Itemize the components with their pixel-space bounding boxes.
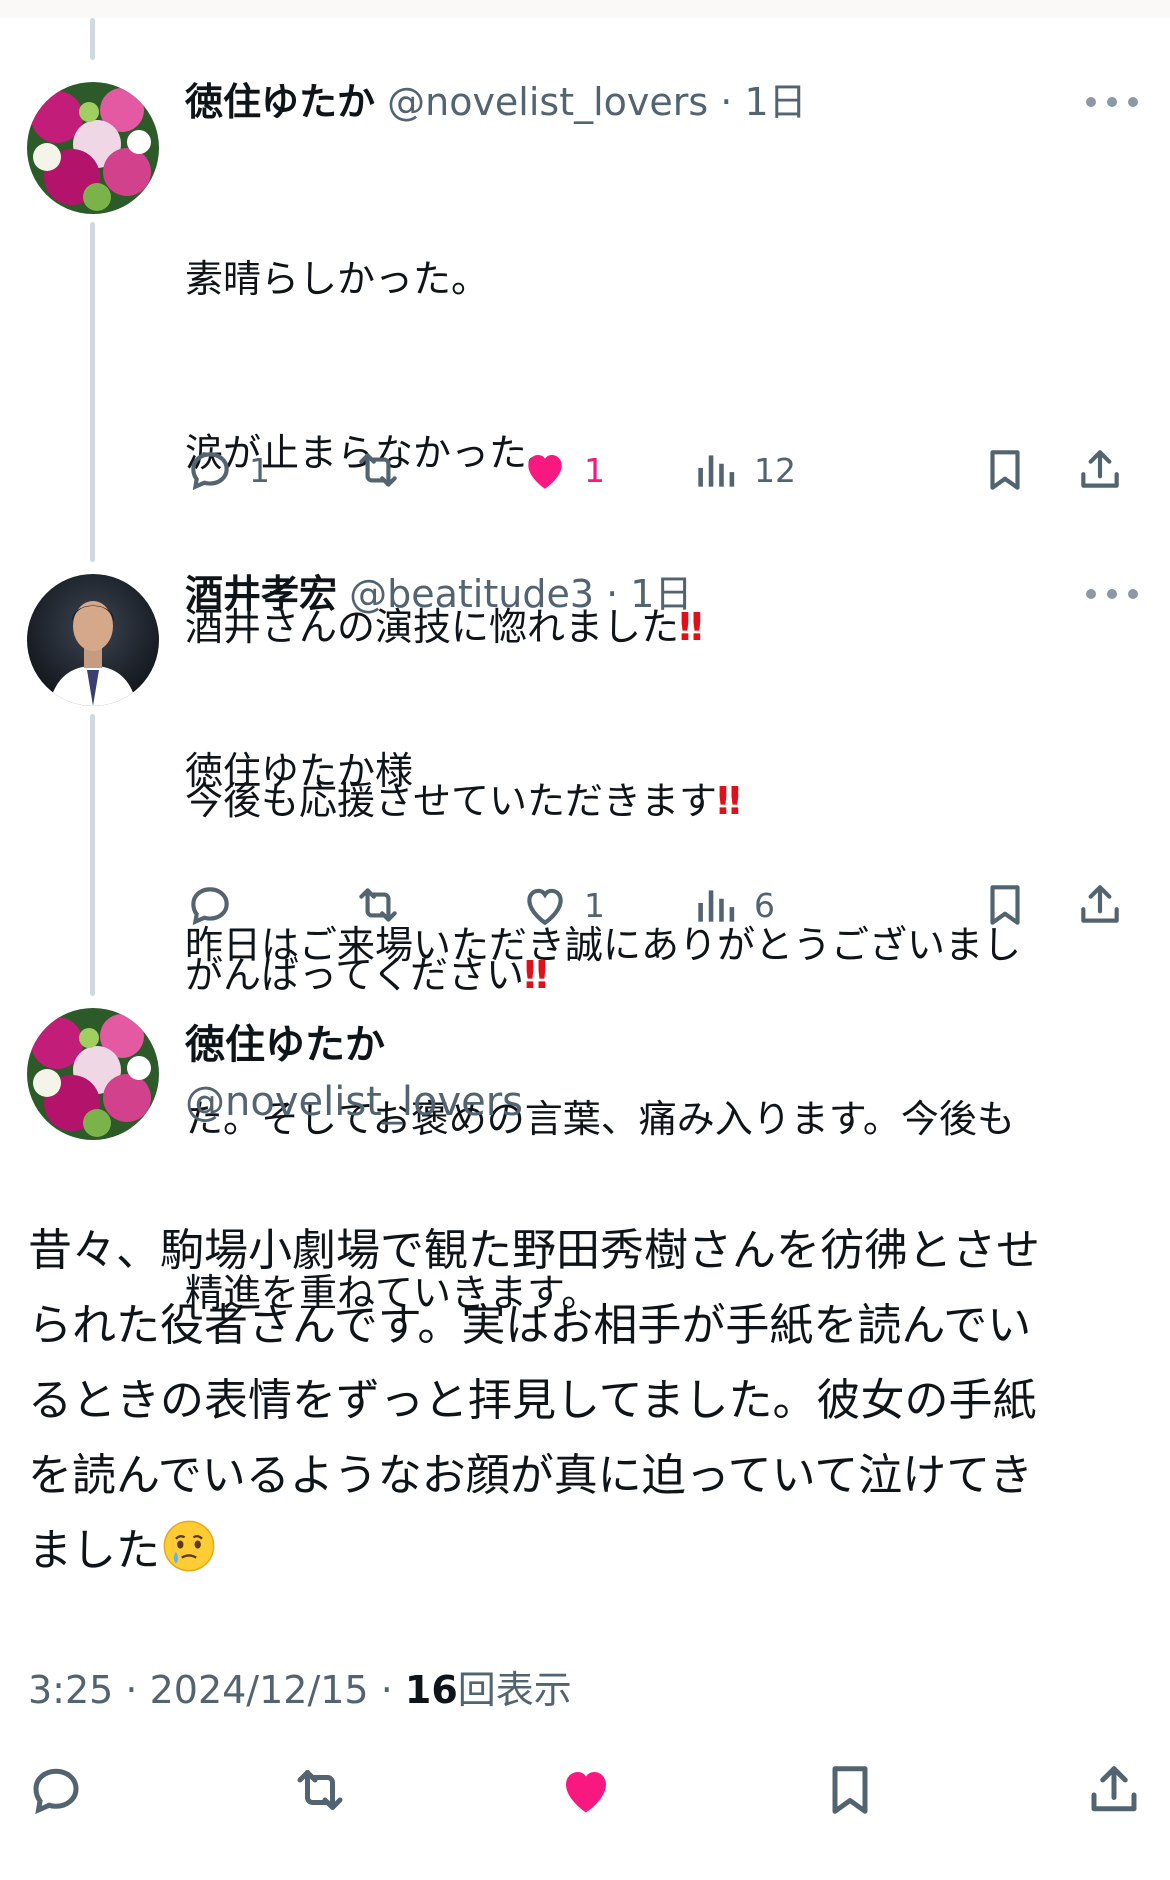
share-icon — [1081, 885, 1119, 923]
more-options-icon[interactable] — [1086, 92, 1138, 112]
view-count-label: 回表示 — [457, 1668, 572, 1712]
username[interactable]: @novelist_lovers — [387, 80, 708, 124]
views-count: 12 — [754, 450, 796, 490]
bookmark-button[interactable] — [980, 875, 1030, 935]
bookmark-icon — [832, 1766, 868, 1814]
display-name[interactable]: 徳住ゆたか — [185, 1020, 385, 1070]
reply-button[interactable] — [185, 875, 235, 935]
retweet-button[interactable] — [353, 875, 403, 935]
avatar[interactable] — [27, 574, 159, 706]
timestamp[interactable]: 1日 — [630, 572, 692, 616]
reply-button[interactable] — [26, 1760, 86, 1820]
tweet-line: 徳住ゆたか様 — [185, 749, 414, 793]
timestamp[interactable]: 1日 — [744, 80, 806, 124]
avatar[interactable] — [27, 82, 159, 214]
thread-line — [90, 18, 95, 60]
retweet-button[interactable] — [353, 440, 403, 500]
share-icon — [1081, 450, 1119, 488]
main-tweet-text: 昔々、駒場小劇場で観た野田秀樹さんを彷彿とさせ られた役者さんです。実はお相手が… — [28, 1213, 1148, 1588]
tweet-header: 酒井孝宏 @beatitude3 · 1日 — [185, 572, 693, 616]
heart-outline-icon — [527, 888, 563, 926]
display-name[interactable]: 徳住ゆたか — [185, 80, 375, 124]
reply-icon — [191, 452, 229, 491]
share-button[interactable] — [1084, 1760, 1144, 1820]
tweet-header: 徳住ゆたか @novelist_lovers · 1日 — [185, 80, 807, 124]
heart-filled-icon — [566, 1772, 606, 1813]
post-time[interactable]: 3:25 — [28, 1668, 113, 1712]
tweet-line: 素晴らしかった。 — [185, 257, 490, 301]
tweet-line: られた役者さんです。実はお相手が手紙を読んでい — [28, 1300, 1032, 1351]
tweet-line: ました — [28, 1513, 1148, 1588]
tweet-line: を読んでいるようなお顔が真に迫っていて泣けてき — [28, 1450, 1033, 1501]
bookmark-icon — [990, 450, 1020, 490]
username[interactable]: @beatitude3 — [349, 572, 594, 616]
main-action-bar — [0, 1760, 1170, 1830]
more-options-icon[interactable] — [1086, 584, 1138, 604]
reply-button[interactable]: 1 — [185, 440, 270, 500]
share-icon — [1091, 1766, 1137, 1812]
share-button[interactable] — [1075, 875, 1125, 935]
retweet-icon — [297, 1770, 343, 1810]
bookmark-icon — [990, 885, 1020, 925]
avatar[interactable] — [27, 1008, 159, 1140]
reply-count: 1 — [249, 450, 270, 490]
tweet-meta: 3:25 · 2024/12/15 · 16回表示 — [28, 1668, 572, 1712]
bookmark-button[interactable] — [980, 440, 1030, 500]
reply-icon — [191, 887, 229, 926]
thread-line — [90, 222, 95, 562]
action-bar: 1 6 — [185, 875, 1145, 935]
reply-icon — [33, 1768, 79, 1815]
post-date[interactable]: 2024/12/15 — [150, 1668, 369, 1712]
views-button[interactable]: 6 — [690, 875, 775, 935]
face-holding-back-tears-emoji — [163, 1520, 215, 1572]
thread-line — [90, 714, 95, 996]
action-bar: 1 1 12 — [185, 440, 1145, 500]
retweet-icon — [359, 453, 397, 487]
views-button[interactable]: 12 — [690, 440, 796, 500]
retweet-icon — [359, 888, 397, 922]
top-strip — [0, 0, 1170, 18]
like-count: 1 — [584, 885, 605, 925]
tweet-line: 昔々、駒場小劇場で観た野田秀樹さんを彷彿とさせ — [28, 1225, 1040, 1276]
like-button[interactable]: 1 — [520, 440, 605, 500]
like-button[interactable]: 1 — [520, 875, 605, 935]
retweet-button[interactable] — [290, 1760, 350, 1820]
heart-filled-icon — [528, 455, 562, 489]
username[interactable]: @novelist_lovers — [185, 1077, 523, 1127]
like-count: 1 — [584, 450, 605, 490]
tweet-line: るときの表情をずっと拝見してました。彼女の手紙 — [28, 1375, 1037, 1426]
display-name[interactable]: 酒井孝宏 — [185, 572, 337, 616]
views-chart-icon — [698, 455, 735, 487]
share-button[interactable] — [1075, 440, 1125, 500]
like-button[interactable] — [556, 1760, 616, 1820]
views-count: 6 — [754, 885, 775, 925]
view-count[interactable]: 16 — [405, 1668, 458, 1712]
views-chart-icon — [698, 890, 735, 922]
bookmark-button[interactable] — [820, 1760, 880, 1820]
